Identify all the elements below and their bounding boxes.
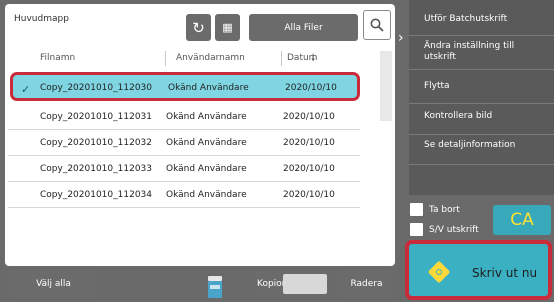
table-row[interactable]: Copy_20201010_112033 Okänd Användare 202… [8,156,360,182]
scrollbar[interactable] [380,51,392,121]
delete-after-print-label: Ta bort [429,205,460,215]
cell-username: Okänd Användare [166,190,247,200]
menu-item-batch-print[interactable]: Utför Batchutskrift [424,14,507,25]
chevron-right-icon[interactable]: › [398,30,404,46]
cell-username: Okänd Användare [166,164,247,174]
toner-icon [206,276,224,298]
cell-date: 2020/10/10 [283,190,335,200]
menu-item-move[interactable]: Flytta [424,81,450,92]
action-sidebar [409,0,554,195]
menu-item-change-print-settings[interactable]: Ändra inställning till utskrift [424,41,529,63]
delete-button[interactable]: Radera [338,270,395,298]
table-row[interactable]: Copy_20201010_112031 Okänd Användare 202… [8,104,360,130]
copies-input[interactable] [283,274,327,294]
bw-print-checkbox[interactable] [410,223,423,236]
column-header-username[interactable]: Användarnamn [176,53,245,63]
menu-divider [409,164,554,165]
menu-divider [409,134,554,135]
sort-desc-icon[interactable]: 🠗 [311,51,315,68]
cell-username: Okänd Användare [166,112,247,122]
cell-username: Okänd Användare [168,83,249,93]
grid-view-button[interactable]: ▦ [215,14,240,41]
table-row[interactable]: ✓ Copy_20201010_112030 Okänd Användare 2… [10,72,360,101]
folder-name: Huvudmapp [14,14,69,24]
print-now-label: Skriv ut nu [472,266,538,280]
cell-filename: Copy_20201010_112034 [40,190,152,200]
table-row[interactable]: Copy_20201010_112032 Okänd Användare 202… [8,130,360,156]
refresh-button[interactable]: ↻ [186,14,211,41]
check-icon: ✓ [21,83,31,96]
menu-divider [409,35,554,36]
bw-print-label: S/V utskrift [429,225,479,235]
cell-date: 2020/10/10 [283,138,335,148]
print-now-inner: Skriv ut nu [412,247,545,293]
menu-item-check-image[interactable]: Kontrollera bild [424,111,492,122]
cell-date: 2020/10/10 [285,83,337,93]
column-divider [281,51,282,66]
start-diamond-icon [427,260,451,284]
clear-all-button[interactable]: CA [493,205,551,235]
cell-date: 2020/10/10 [283,112,335,122]
select-all-button[interactable]: Välj alla [10,270,97,298]
delete-after-print-checkbox[interactable] [410,203,423,216]
grid-view-icon: ▦ [222,21,233,34]
menu-divider [409,103,554,104]
cell-filename: Copy_20201010_112031 [40,112,152,122]
cell-filename: Copy_20201010_112033 [40,164,152,174]
filter-button[interactable]: Alla Filer [249,14,358,41]
cell-filename: Copy_20201010_112032 [40,138,152,148]
column-header-filename[interactable]: Filnamn [40,53,75,63]
search-button[interactable] [363,10,391,40]
table-row[interactable]: Copy_20201010_112034 Okänd Användare 202… [8,182,360,208]
menu-item-detail-info[interactable]: Se detaljinformation [424,140,515,151]
cell-username: Okänd Användare [166,138,247,148]
cell-date: 2020/10/10 [283,164,335,174]
cell-filename: Copy_20201010_112030 [40,83,152,93]
search-icon [370,18,384,32]
print-now-button[interactable]: Skriv ut nu [405,240,552,300]
menu-divider [409,69,554,70]
refresh-icon: ↻ [192,18,205,37]
column-divider [165,51,166,66]
